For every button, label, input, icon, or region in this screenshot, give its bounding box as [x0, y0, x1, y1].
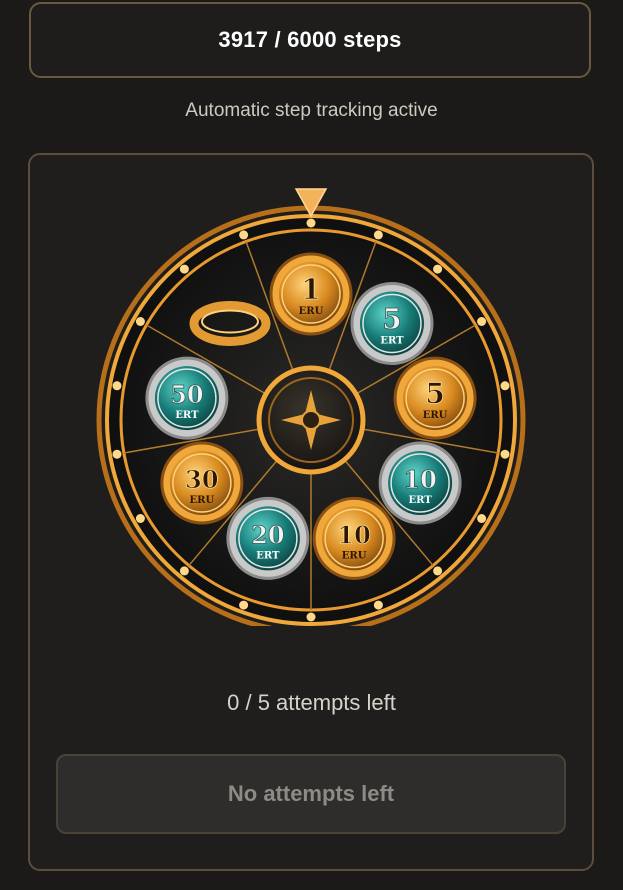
rim-light [477, 514, 487, 523]
rim-light [500, 449, 510, 459]
prize-coin: 10ERU [312, 496, 396, 580]
rim-light [306, 218, 316, 228]
prize-value: 1 [301, 273, 320, 306]
wheel-pointer-icon [294, 188, 328, 218]
prize-currency: ERU [299, 306, 324, 317]
rim-light [239, 600, 249, 610]
prize-value: 5 [382, 302, 401, 335]
rim-light [500, 381, 510, 391]
rim-light [373, 230, 383, 240]
prize-value: 20 [251, 520, 284, 549]
prize-value: 5 [425, 377, 444, 410]
rim-light [433, 566, 443, 576]
prize-coin: 50ERT [145, 356, 229, 440]
prize-currency: ERT [409, 495, 433, 506]
tracking-status: Automatic step tracking active [185, 100, 438, 121]
rim-light [433, 264, 443, 274]
prize-coin: 5ERU [393, 356, 477, 440]
rim-light [179, 566, 189, 576]
step-counter-text: 3917 / 6000 steps [218, 27, 402, 52]
prize-coin: 10ERT [378, 441, 462, 525]
prize-currency: ERT [380, 335, 404, 346]
prize-coin: 1ERU [269, 252, 353, 336]
prize-value: 10 [337, 520, 370, 549]
prize-coin: 20ERT [226, 496, 310, 580]
rim-light [135, 514, 145, 523]
rim-light [477, 317, 487, 326]
prize-currency: ERU [342, 550, 367, 561]
prize-currency: ERU [423, 410, 448, 421]
rim-light [112, 449, 122, 459]
rim-light [239, 230, 249, 240]
rim-light [135, 317, 145, 326]
rim-light [179, 264, 189, 274]
spin-button[interactable]: No attempts left [56, 754, 566, 834]
rim-light [306, 612, 316, 622]
prize-currency: ERT [256, 550, 280, 561]
prize-currency: ERT [175, 410, 199, 421]
prize-coin: 5ERT [350, 281, 434, 365]
step-counter-box: 3917 / 6000 steps [29, 2, 591, 78]
attempts-counter: 0 / 5 attempts left [227, 690, 396, 715]
prize-value: 30 [185, 465, 218, 494]
rim-light [112, 381, 122, 391]
prize-wheel[interactable]: 1ERU 5ERT5ERU10ERT10ERU20ERT30ERU50ERT [88, 176, 534, 626]
prize-coin: 30ERU [160, 441, 244, 525]
rim-light [373, 600, 383, 610]
prize-value: 10 [403, 465, 436, 494]
prize-currency: ERU [190, 495, 215, 506]
prize-value: 50 [170, 380, 203, 409]
